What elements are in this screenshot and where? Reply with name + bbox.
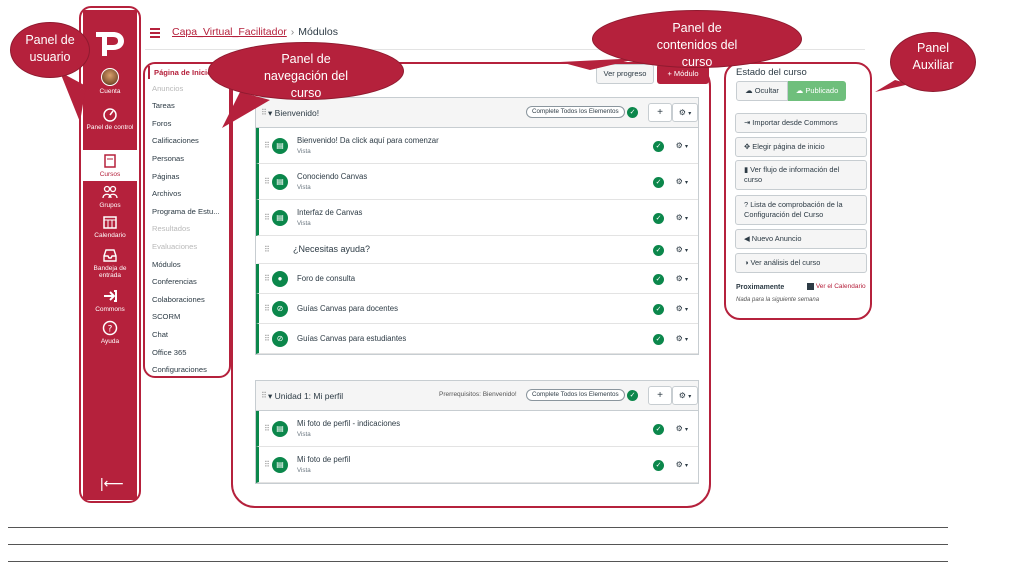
callout-aux-panel: Panel Auxiliar [890, 32, 976, 92]
note-line [8, 561, 948, 562]
note-line [8, 527, 948, 528]
callout-nav-panel: Panel de navegación del curso [208, 42, 404, 100]
callout-content-panel: Panel de contenidos del curso [592, 10, 802, 69]
callout-pointers [60, 58, 910, 128]
callout-user-panel: Panel de usuario [10, 22, 90, 78]
note-line [8, 544, 948, 545]
